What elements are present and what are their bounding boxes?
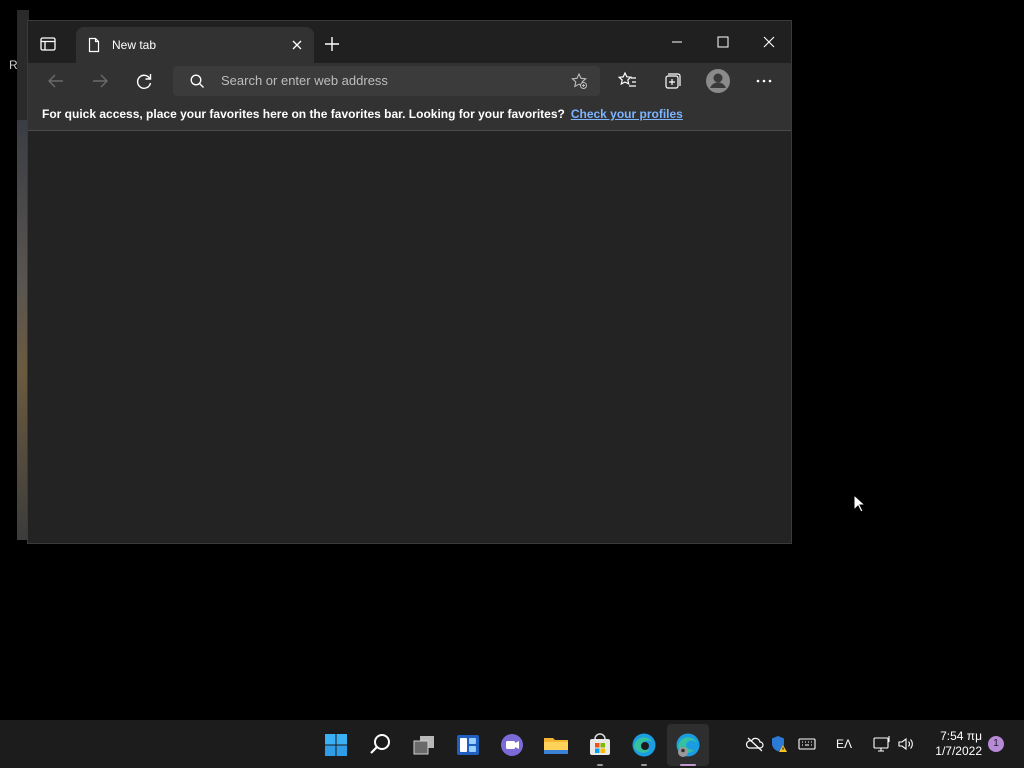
mouse-cursor-icon [853, 494, 867, 513]
close-window-icon[interactable] [746, 29, 792, 55]
minimize-icon[interactable] [654, 29, 700, 55]
edge-active-indicator [680, 764, 696, 766]
browser-toolbar: Search or enter web address [28, 63, 791, 99]
edge-icon[interactable] [628, 729, 660, 761]
refresh-icon[interactable] [130, 67, 158, 95]
search-icon [190, 74, 204, 88]
edge-running-indicator [641, 764, 647, 766]
forward-icon[interactable] [86, 67, 114, 95]
tab-title: New tab [112, 38, 157, 52]
edge-profile-icon[interactable] [672, 729, 704, 761]
background-window-text: R [9, 58, 18, 72]
favorites-bar: For quick access, place your favorites h… [28, 99, 791, 131]
network-icon[interactable] [872, 734, 892, 754]
taskbar: ΕΛ 7:54 πμ 1/7/2022 1 [0, 720, 1024, 768]
system-clock[interactable]: 7:54 πμ 1/7/2022 [926, 729, 982, 759]
close-tab-icon[interactable] [288, 36, 306, 54]
clock-time: 7:54 πμ [940, 729, 982, 743]
onedrive-offline-icon[interactable] [745, 734, 765, 754]
store-running-indicator [597, 764, 603, 766]
maximize-icon[interactable] [700, 29, 746, 55]
store-icon[interactable] [584, 729, 616, 761]
edge-browser-window[interactable]: New tab Search or enter web address For … [27, 20, 792, 544]
address-bar[interactable]: Search or enter web address [173, 66, 600, 96]
tab-actions-icon[interactable] [38, 34, 58, 54]
add-favorite-icon[interactable] [570, 72, 588, 90]
chat-icon[interactable] [496, 729, 528, 761]
widgets-icon[interactable] [452, 729, 484, 761]
volume-icon[interactable] [896, 734, 916, 754]
back-icon[interactable] [42, 67, 70, 95]
notification-badge[interactable]: 1 [988, 736, 1004, 752]
keyboard-icon[interactable] [797, 734, 817, 754]
search-icon[interactable] [364, 729, 396, 761]
clock-date: 1/7/2022 [935, 744, 982, 758]
profile-avatar-icon[interactable] [704, 67, 732, 95]
input-language[interactable]: ΕΛ [836, 737, 852, 751]
security-warning-icon[interactable] [769, 734, 789, 754]
new-tab-icon[interactable] [322, 34, 342, 54]
page-icon [88, 37, 100, 53]
tab-bar: New tab [28, 21, 791, 63]
file-explorer-icon[interactable] [540, 729, 572, 761]
check-profiles-link[interactable]: Check your profiles [571, 107, 683, 121]
favorites-bar-text: For quick access, place your favorites h… [42, 107, 565, 121]
more-options-icon[interactable] [750, 67, 778, 95]
collections-icon[interactable] [658, 67, 686, 95]
favorites-icon[interactable] [614, 67, 642, 95]
favorites-bar-message: For quick access, place your favorites h… [42, 107, 683, 121]
task-view-icon[interactable] [408, 729, 440, 761]
page-content[interactable] [28, 131, 791, 543]
start-icon[interactable] [320, 729, 352, 761]
tab-new-tab[interactable]: New tab [76, 27, 314, 63]
address-placeholder: Search or enter web address [221, 73, 388, 88]
